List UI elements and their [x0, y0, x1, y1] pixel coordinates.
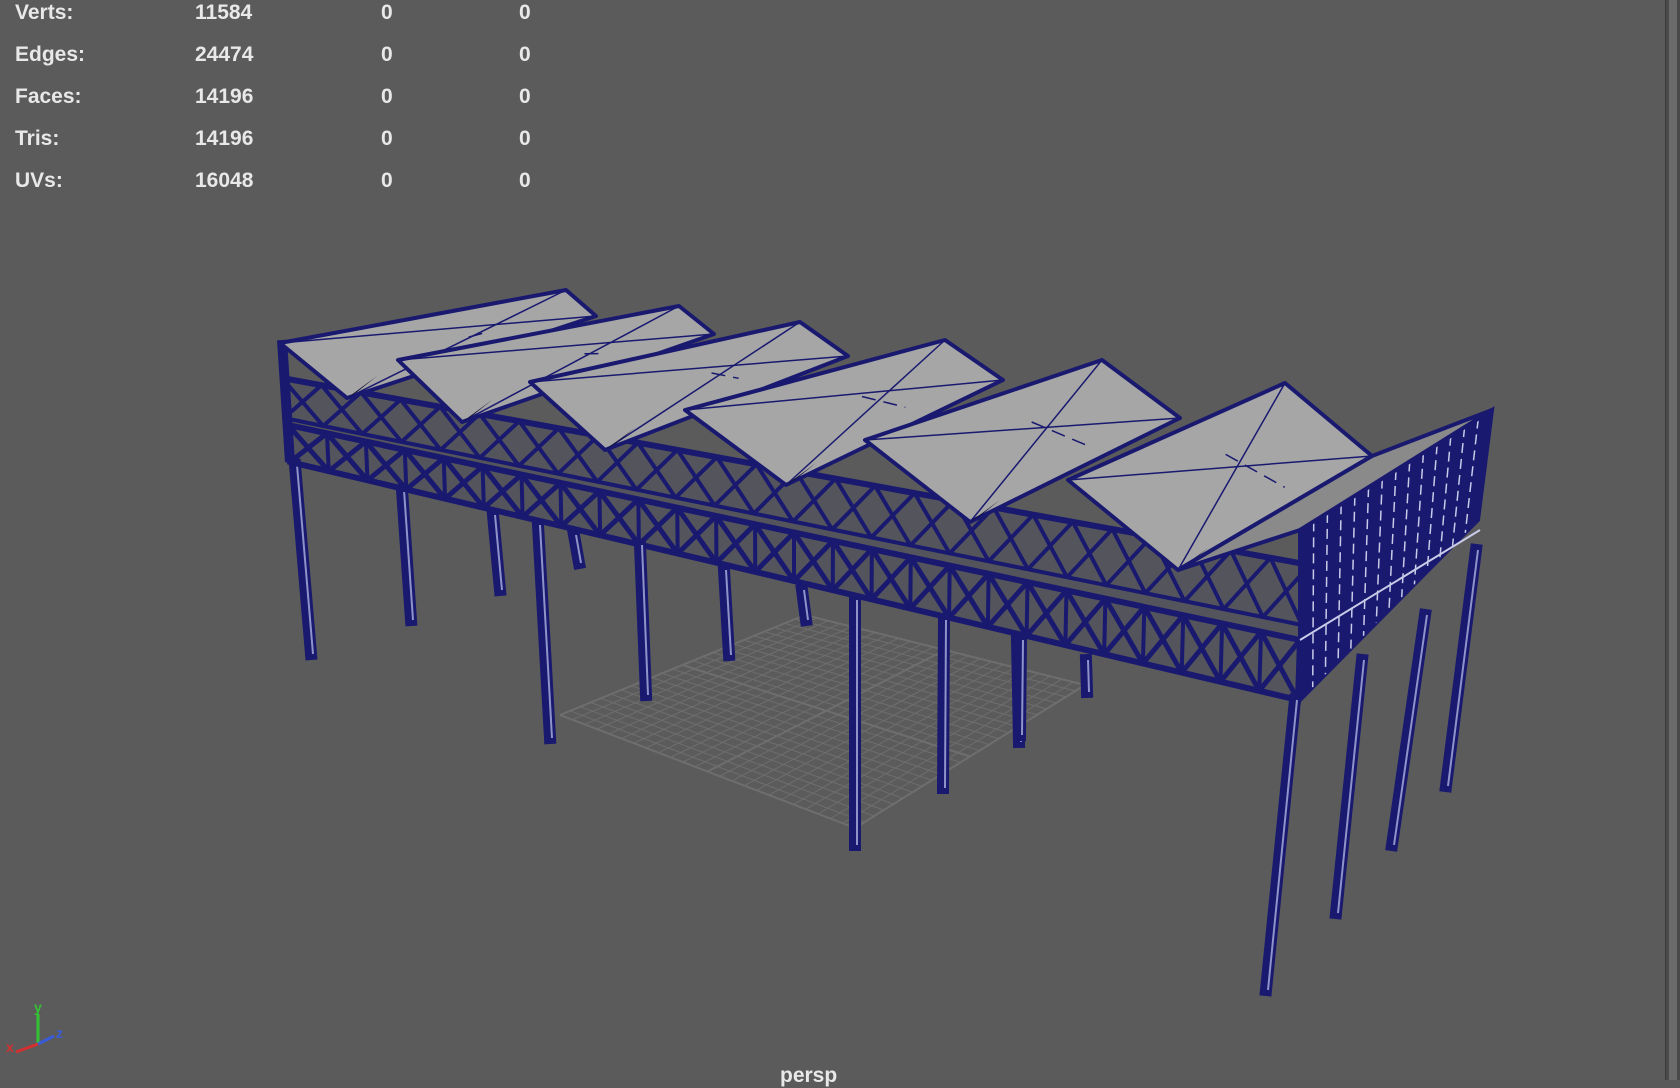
hud-value: 24474 [195, 34, 253, 76]
leg-front-8 [1392, 615, 1425, 845]
leg-front-1 [538, 525, 550, 738]
leg-back-8 [1086, 660, 1087, 692]
hud-value: 14196 [195, 76, 253, 118]
leg-front-8-highlight [1394, 615, 1427, 845]
post [405, 450, 407, 490]
leg-front-5 [1020, 640, 1021, 735]
post [1027, 582, 1028, 636]
post [1220, 623, 1222, 681]
axis-x-label: x [6, 1039, 14, 1055]
leg-front-6 [1266, 700, 1295, 990]
hud-label: Faces: [15, 76, 82, 118]
hud-value: 0 [381, 76, 393, 118]
leg-front-4-highlight [945, 620, 946, 788]
leg-front-7-highlight [1338, 660, 1364, 913]
leg-front-4 [943, 620, 944, 788]
leg-front-9 [1446, 550, 1476, 786]
post [483, 466, 484, 507]
grid-line [781, 668, 1015, 800]
hud-label: Verts: [15, 0, 73, 34]
grid-line [744, 640, 1028, 721]
hud-value: 0 [519, 34, 531, 76]
post [988, 574, 989, 627]
post [444, 458, 445, 499]
hud-value: 0 [381, 118, 393, 160]
hud-label: Tris: [15, 118, 59, 160]
hud-value: 0 [381, 160, 393, 202]
axis-gizmo-icon: y x z [4, 1000, 68, 1060]
post [1259, 632, 1261, 691]
leg-front-9-highlight [1448, 550, 1478, 786]
post [1182, 615, 1184, 672]
post [599, 491, 600, 535]
post [1104, 599, 1105, 655]
grid-line [855, 685, 1085, 828]
hud-value: 0 [381, 34, 393, 76]
hud-value: 0 [519, 118, 531, 160]
hud-value: 0 [519, 76, 531, 118]
left-end-post [282, 340, 290, 462]
post [366, 442, 368, 481]
axis-y-label: y [34, 1000, 42, 1015]
hud-value: 0 [519, 0, 531, 34]
hud-value: 14196 [195, 118, 253, 160]
axis-z-label: z [56, 1025, 63, 1041]
post [638, 499, 639, 544]
axis-x-line [16, 1044, 38, 1052]
vertical-scrollbar[interactable] [1665, 0, 1680, 1080]
leg-front-7 [1336, 660, 1362, 913]
hud-label: UVs: [15, 160, 63, 202]
leg-front-6-highlight [1268, 700, 1297, 990]
hud-value: 0 [519, 160, 531, 202]
post [1143, 607, 1144, 663]
hud-value: 0 [381, 0, 393, 34]
perspective-viewport[interactable]: Verts: 11584 0 0 Edges: 24474 0 0 Faces:… [0, 0, 1680, 1080]
hud-label: Edges: [15, 34, 85, 76]
post [522, 475, 523, 517]
hud-value: 16048 [195, 160, 253, 202]
post [949, 566, 950, 618]
post [1065, 590, 1066, 645]
post [560, 483, 561, 526]
leg-front-5-highlight [1022, 640, 1023, 735]
hud-value: 11584 [195, 0, 252, 34]
leg-back-1 [295, 465, 311, 654]
axis-z-line [38, 1036, 54, 1044]
leg-back-2 [402, 490, 411, 620]
post [327, 433, 329, 471]
scrollbar-thumb[interactable] [1669, 0, 1677, 1080]
grid-line [754, 636, 1037, 715]
camera-name-label: persp [780, 1064, 837, 1088]
leg-back-8-highlight [1088, 660, 1089, 692]
